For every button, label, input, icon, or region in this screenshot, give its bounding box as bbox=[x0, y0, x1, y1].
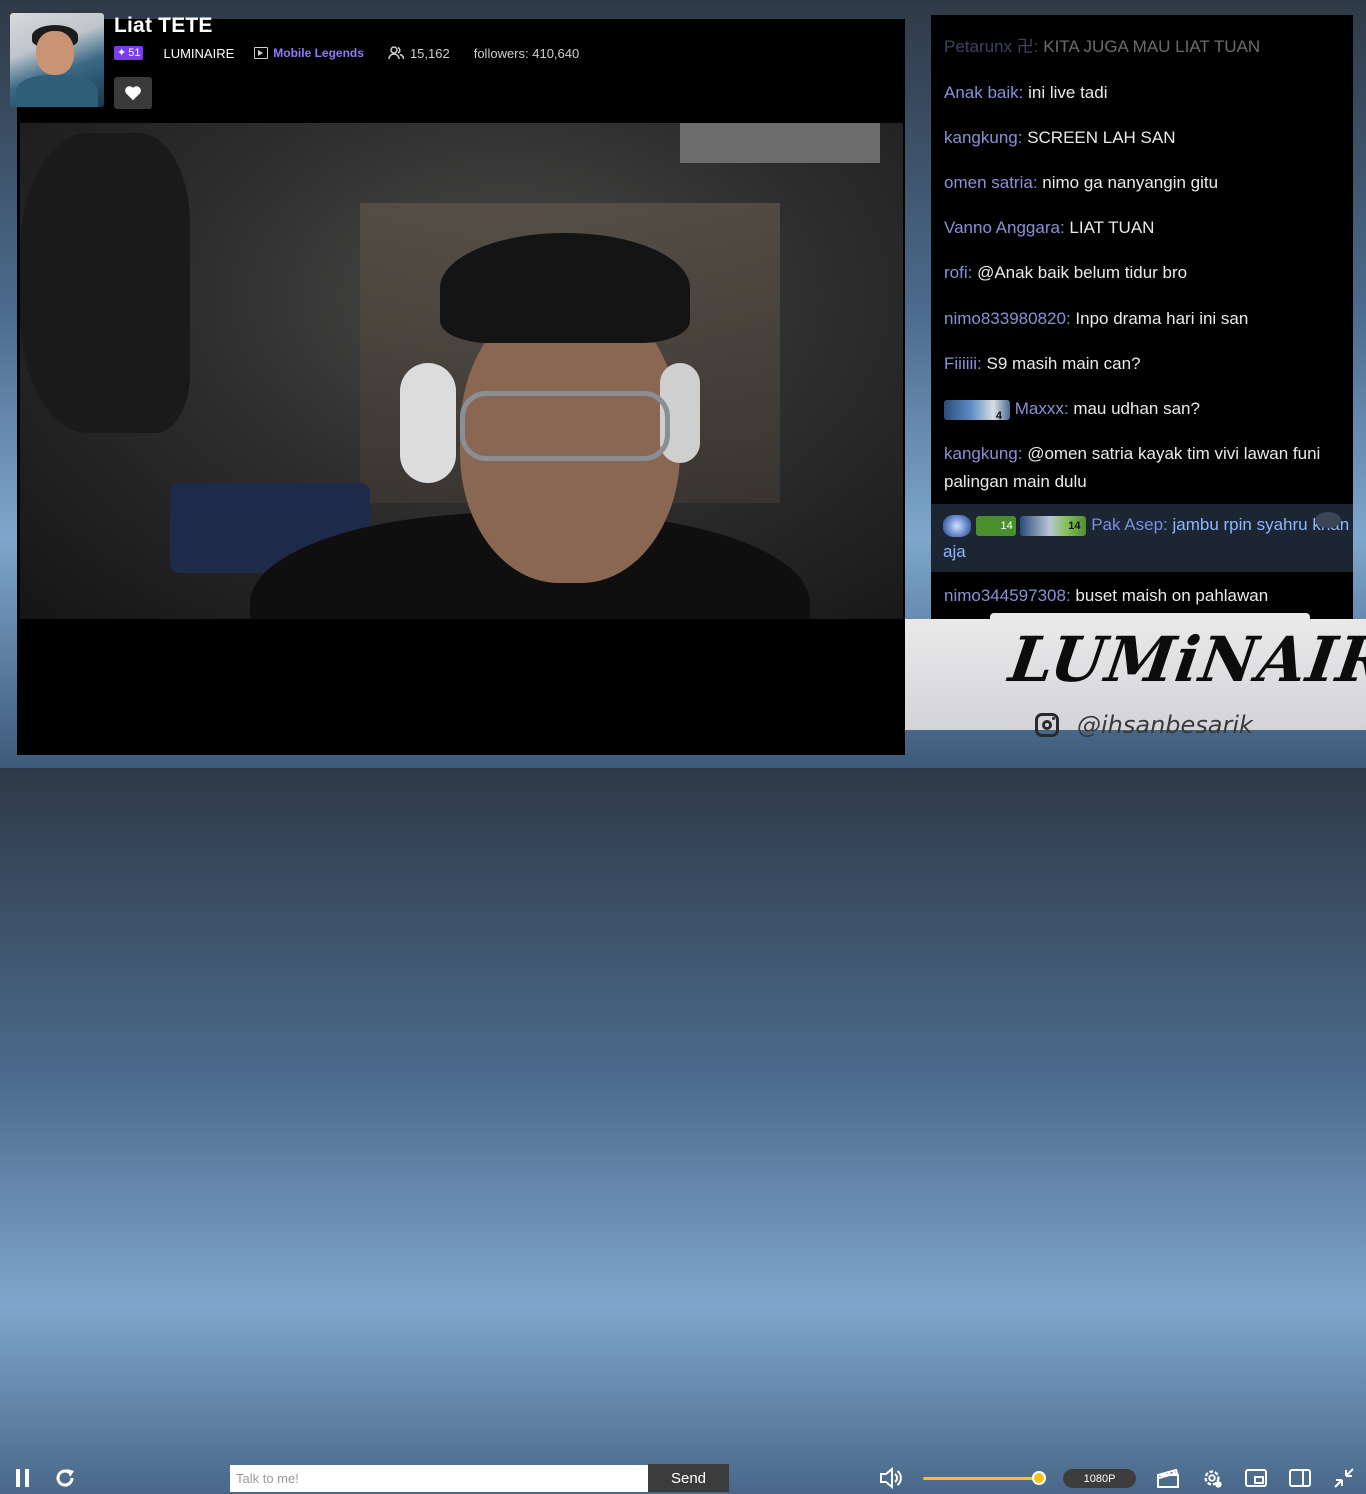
stream-header: Liat TETE ✦ 51 LUMINAIRE Mobile Legends 1… bbox=[10, 13, 905, 123]
chat-text: @Anak baik belum tidur bro bbox=[977, 263, 1188, 282]
send-button[interactable]: Send bbox=[648, 1464, 729, 1492]
chat-username[interactable]: omen satria: bbox=[944, 173, 1038, 192]
shield-icon bbox=[943, 514, 971, 537]
viewer-value: 15,162 bbox=[409, 45, 450, 61]
chat-text: S9 masih main can? bbox=[986, 354, 1141, 373]
chat-message: Vanno Anggara: LIAT TUAN bbox=[944, 214, 1344, 242]
clip-button[interactable] bbox=[1156, 1467, 1180, 1494]
chat-username[interactable]: nimo833980820: bbox=[944, 309, 1071, 328]
theater-mode-button[interactable] bbox=[1288, 1467, 1312, 1494]
chat-input[interactable] bbox=[230, 1465, 648, 1492]
video-frame[interactable] bbox=[20, 123, 903, 619]
settings-button[interactable] bbox=[1200, 1467, 1224, 1494]
chat-panel[interactable]: Petarunx 卍: KITA JUGA MAU LIAT TUAN Anak… bbox=[931, 15, 1353, 619]
stream-meta: ✦ 51 LUMINAIRE Mobile Legends 15,162 foll… bbox=[114, 45, 579, 61]
fan-badge: 4 bbox=[944, 399, 1010, 422]
chat-username[interactable]: Maxxx: bbox=[1015, 399, 1069, 418]
volume-fill bbox=[923, 1477, 1040, 1480]
chat-message: Fiiiiii: S9 masih main can? bbox=[944, 350, 1344, 378]
volume-knob[interactable] bbox=[1032, 1471, 1047, 1485]
fan-badge: 14 bbox=[1020, 515, 1087, 536]
viewers-icon bbox=[388, 46, 405, 60]
refresh-button[interactable] bbox=[55, 1468, 77, 1493]
chat-username[interactable]: Anak baik: bbox=[944, 83, 1023, 102]
game-name: Mobile Legends bbox=[273, 46, 364, 60]
chat-username[interactable]: Vanno Anggara: bbox=[944, 218, 1065, 237]
pip-icon bbox=[1245, 1469, 1267, 1487]
picture-in-picture-button[interactable] bbox=[1244, 1467, 1268, 1494]
chat-text: buset maish on pahlawan bbox=[1075, 586, 1269, 605]
chat-text: KITA JUGA MAU LIAT TUAN bbox=[1043, 37, 1261, 56]
brand-overlay: LUMiNAIRE @ihsanbesarik bbox=[905, 613, 1366, 739]
chat-message: nimo344597308: buset maish on pahlawan bbox=[944, 582, 1344, 610]
speaker-icon bbox=[880, 1466, 902, 1490]
quality-selector[interactable]: 1080P bbox=[1063, 1469, 1136, 1488]
clapperboard-icon bbox=[1157, 1468, 1179, 1488]
cloud-icon bbox=[1315, 512, 1341, 528]
team-name[interactable]: LUMINAIRE bbox=[163, 46, 234, 61]
level-value: 51 bbox=[128, 47, 141, 59]
chat-text: Inpo drama hari ini san bbox=[1075, 309, 1249, 328]
chat-message-highlighted: 14 14 Pak Asep: jambu rpin syahru khan a… bbox=[931, 504, 1353, 572]
chat-message: Petarunx 卍: KITA JUGA MAU LIAT TUAN bbox=[944, 33, 1344, 61]
chat-text: SCREEN LAH SAN bbox=[1027, 128, 1176, 147]
follow-button[interactable] bbox=[114, 77, 152, 109]
chat-username[interactable]: rofi: bbox=[944, 263, 972, 282]
sidebar-icon bbox=[1289, 1469, 1311, 1487]
chat-message: 4 Maxxx: mau udhan san? bbox=[944, 395, 1344, 423]
streamer-avatar[interactable] bbox=[10, 13, 104, 107]
chat-message: kangkung: @omen satria kayak tim vivi la… bbox=[944, 440, 1344, 496]
chat-message: kangkung: SCREEN LAH SAN bbox=[944, 124, 1344, 152]
chat-text: mau udhan san? bbox=[1073, 399, 1200, 418]
chat-text: LIAT TUAN bbox=[1069, 218, 1155, 237]
fan-badge-level: 4 bbox=[995, 409, 1002, 422]
pause-icon bbox=[16, 1469, 29, 1487]
pause-button[interactable] bbox=[14, 1468, 32, 1493]
level-badge: 14 bbox=[975, 515, 1016, 536]
diamond-icon: ✦ bbox=[117, 47, 127, 59]
chat-username[interactable]: Pak Asep: bbox=[1091, 515, 1168, 534]
exit-fullscreen-button[interactable] bbox=[1332, 1467, 1356, 1494]
chat-username[interactable]: nimo344597308: bbox=[944, 586, 1071, 605]
chat-username[interactable]: Fiiiiii: bbox=[944, 354, 982, 373]
stream-title: Liat TETE bbox=[114, 14, 213, 37]
chat-username[interactable]: kangkung: bbox=[944, 444, 1022, 463]
overlay-notch bbox=[990, 613, 1310, 619]
chat-message: nimo833980820: Inpo drama hari ini san bbox=[944, 305, 1344, 333]
refresh-icon bbox=[56, 1469, 74, 1487]
follower-count: followers: 410,640 bbox=[473, 45, 580, 61]
chat-message: Anak baik: ini live tadi bbox=[944, 79, 1344, 107]
brand-logo: LUMiNAIRE bbox=[1004, 623, 1366, 696]
heart-icon bbox=[125, 86, 141, 101]
level-badge: ✦ 51 bbox=[114, 46, 144, 60]
chat-message: omen satria: nimo ga nanyangin gitu bbox=[944, 169, 1344, 197]
video-player: Liat TETE ✦ 51 LUMINAIRE Mobile Legends 1… bbox=[10, 13, 905, 755]
chat-text: ini live tadi bbox=[1028, 83, 1108, 102]
volume-slider[interactable] bbox=[923, 1471, 1047, 1485]
collapse-icon bbox=[1334, 1468, 1354, 1488]
mute-button[interactable] bbox=[879, 1466, 903, 1494]
gear-icon bbox=[1204, 1470, 1222, 1488]
game-link[interactable]: Mobile Legends bbox=[254, 46, 364, 60]
chat-text: nimo ga nanyangin gitu bbox=[1042, 173, 1219, 192]
viewer-count: 15,162 bbox=[388, 46, 450, 61]
chat-username[interactable]: kangkung: bbox=[944, 128, 1022, 147]
chat-message: rofi: @Anak baik belum tidur bro bbox=[944, 259, 1344, 287]
player-controls: Send 1080P bbox=[0, 730, 1366, 1492]
play-box-icon bbox=[254, 47, 269, 59]
chat-username[interactable]: Petarunx 卍: bbox=[944, 37, 1039, 56]
